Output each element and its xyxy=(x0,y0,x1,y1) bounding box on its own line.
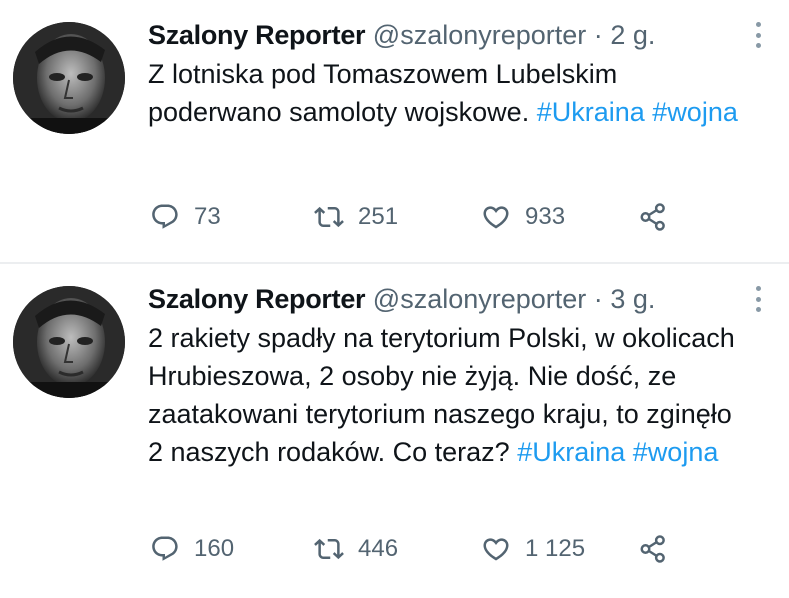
retweet-button[interactable]: 446 xyxy=(314,529,398,569)
like-button[interactable]: 1 125 xyxy=(481,529,585,569)
share-icon xyxy=(640,535,665,563)
tweet-text: 2 rakiety spadły na terytorium Polski, w… xyxy=(148,319,748,471)
share-icon xyxy=(640,203,665,231)
retweet-button[interactable]: 251 xyxy=(314,197,398,237)
hashtag-link[interactable]: #wojna xyxy=(633,437,719,467)
retweet-icon xyxy=(314,538,344,560)
hashtag-link[interactable]: #Ukraina xyxy=(517,437,625,467)
reply-icon xyxy=(152,536,178,561)
like-icon xyxy=(483,538,509,561)
retweet-count: 251 xyxy=(358,203,399,230)
share-button[interactable] xyxy=(638,197,668,237)
avatar[interactable] xyxy=(13,286,125,398)
avatar[interactable] xyxy=(13,22,125,134)
retweet-icon xyxy=(314,206,344,228)
author-name[interactable]: Szalony Reporter xyxy=(148,284,366,314)
reply-icon xyxy=(152,204,178,229)
timestamp[interactable]: 2 g. xyxy=(610,20,655,50)
like-count: 933 xyxy=(525,203,566,230)
reply-count: 160 xyxy=(194,535,235,562)
like-count: 1 125 xyxy=(525,535,586,562)
separator: · xyxy=(593,284,603,314)
tweet-header: Szalony Reporter @szalonyreporter · 3 g. xyxy=(148,282,655,316)
reply-button[interactable]: 160 xyxy=(150,529,234,569)
action-bar: 73 251 933 xyxy=(148,197,708,237)
action-bar: 160 446 1 125 xyxy=(148,529,708,569)
like-icon xyxy=(483,206,509,229)
retweet-count: 446 xyxy=(358,535,399,562)
author-handle[interactable]: @szalonyreporter xyxy=(373,20,587,50)
more-icon[interactable] xyxy=(745,20,771,50)
author-name[interactable]: Szalony Reporter xyxy=(148,20,366,50)
share-button[interactable] xyxy=(638,529,668,569)
hashtag-link[interactable]: #Ukraina xyxy=(537,97,645,127)
tweet-text: Z lotniska pod Tomaszowem Lubelskim pode… xyxy=(148,55,748,131)
hashtag-link[interactable]: #wojna xyxy=(652,97,738,127)
separator: · xyxy=(593,20,603,50)
like-button[interactable]: 933 xyxy=(481,197,565,237)
reply-count: 73 xyxy=(194,203,221,230)
tweet-header: Szalony Reporter @szalonyreporter · 2 g. xyxy=(148,18,655,52)
timestamp[interactable]: 3 g. xyxy=(610,284,655,314)
tweet[interactable]: Szalony Reporter @szalonyreporter · 2 g.… xyxy=(0,0,789,262)
tweet[interactable]: Szalony Reporter @szalonyreporter · 3 g.… xyxy=(0,264,789,598)
more-icon[interactable] xyxy=(745,284,771,314)
author-handle[interactable]: @szalonyreporter xyxy=(373,284,587,314)
reply-button[interactable]: 73 xyxy=(150,197,221,237)
